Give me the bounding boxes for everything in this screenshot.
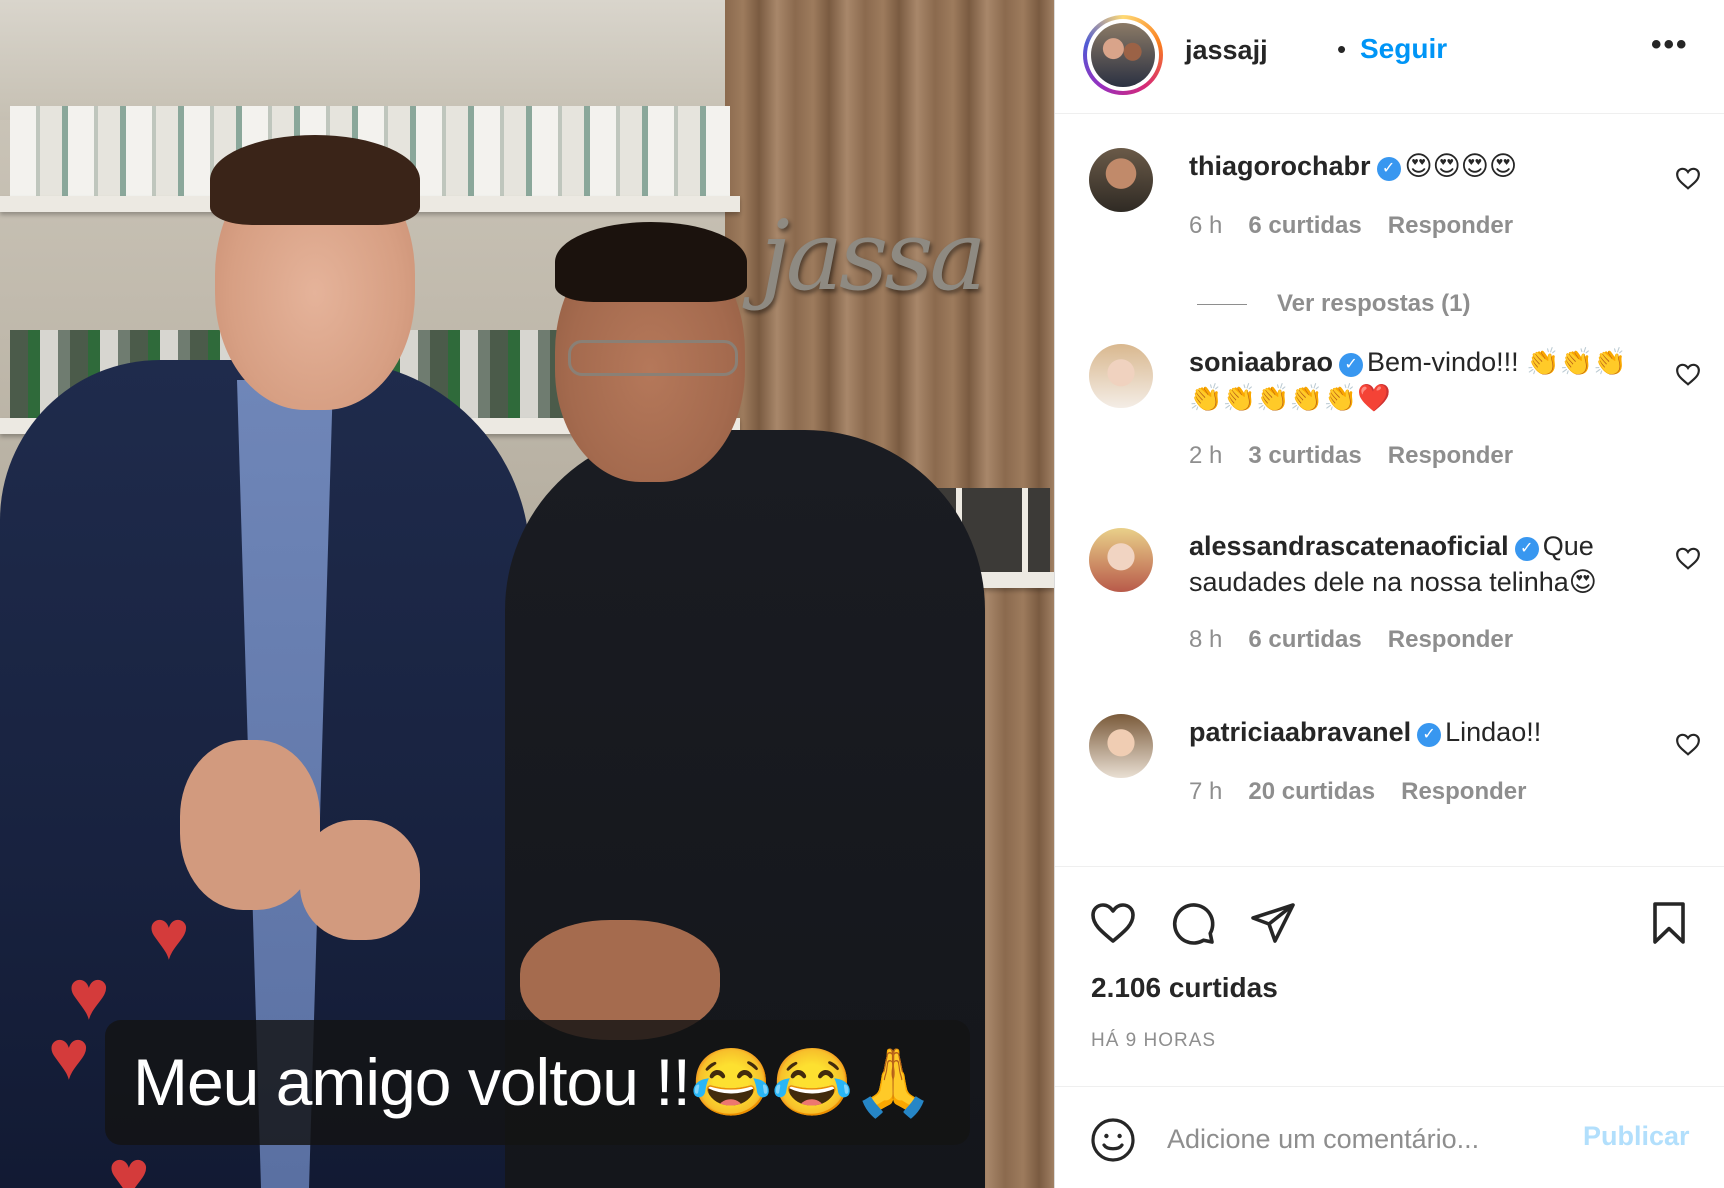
heart-icon[interactable] bbox=[1089, 899, 1137, 947]
likes-count[interactable]: 2.106 curtidas bbox=[1091, 972, 1278, 1004]
person-right-hair bbox=[555, 222, 747, 302]
comment-icon[interactable] bbox=[1169, 899, 1217, 947]
view-replies-label: Ver respostas (1) bbox=[1277, 290, 1471, 317]
comment-username[interactable]: patriciaabravanel bbox=[1189, 717, 1411, 747]
post-side-panel: jassajj • Seguir ••• thiagorochabr ✓ 😍😍😍😍 … bbox=[1054, 0, 1724, 1188]
comment-reply-button[interactable]: Responder bbox=[1401, 778, 1526, 805]
comment-text: 😍😍😍😍 bbox=[1404, 151, 1518, 181]
person-left-hand bbox=[180, 740, 320, 910]
comment-username[interactable]: alessandrascatenaoficial bbox=[1189, 531, 1509, 561]
replies-divider bbox=[1197, 303, 1247, 305]
more-options-icon[interactable]: ••• bbox=[1651, 28, 1689, 62]
comment-reply-button[interactable]: Responder bbox=[1388, 442, 1513, 469]
emoji-icon[interactable] bbox=[1089, 1116, 1137, 1164]
comment-body: soniaabrao ✓ Bem-vindo!!! 👏👏👏👏👏👏👏👏❤️ bbox=[1189, 344, 1649, 416]
comment-like-icon[interactable] bbox=[1675, 362, 1701, 386]
post-time[interactable]: HÁ 9 HORAS bbox=[1091, 1030, 1216, 1052]
comment-text: Lindao!! bbox=[1445, 717, 1542, 747]
comment-avatar[interactable] bbox=[1089, 714, 1153, 778]
post-actions: 2.106 curtidas HÁ 9 HORAS bbox=[1055, 866, 1724, 1086]
person-left-hair bbox=[210, 135, 420, 225]
send-icon[interactable] bbox=[1249, 899, 1297, 947]
person-right-glasses bbox=[568, 340, 738, 376]
comment-time: 7 h bbox=[1189, 778, 1223, 805]
comments-list[interactable]: thiagorochabr ✓ 😍😍😍😍 6 h6 curtidas Responde… bbox=[1055, 114, 1724, 866]
follow-button[interactable]: Seguir bbox=[1360, 33, 1447, 65]
comment-meta: 8 h 6 curtidas Responder bbox=[1189, 626, 1539, 654]
comment-avatar[interactable] bbox=[1089, 344, 1153, 408]
heart-sticker-icon: ♥ bbox=[108, 1136, 150, 1188]
photo-caption-text: Meu amigo voltou !!😂😂🙏 bbox=[133, 1044, 934, 1119]
comment-time: 6 h bbox=[1189, 212, 1223, 239]
comment-input[interactable] bbox=[1167, 1117, 1587, 1161]
comment-meta: 6 h 6 curtidas Responder bbox=[1189, 212, 1539, 240]
bookmark-icon[interactable] bbox=[1645, 899, 1693, 947]
comment-likes[interactable]: 6 curtidas bbox=[1248, 212, 1361, 239]
comment-meta: 7 h 20 curtidas Responder bbox=[1189, 778, 1552, 806]
comment-time: 8 h bbox=[1189, 626, 1223, 653]
comment-username[interactable]: thiagorochabr bbox=[1189, 151, 1371, 181]
comment-like-icon[interactable] bbox=[1675, 166, 1701, 190]
photo-wall-sign: jassa bbox=[760, 200, 987, 312]
photo-caption-overlay: Meu amigo voltou !!😂😂🙏 bbox=[105, 1020, 970, 1145]
comment-likes[interactable]: 3 curtidas bbox=[1248, 442, 1361, 469]
comment-likes[interactable]: 20 curtidas bbox=[1248, 778, 1375, 805]
comment-body: alessandrascatenaoficial ✓ Que saudades de… bbox=[1189, 528, 1649, 600]
comment-likes[interactable]: 6 curtidas bbox=[1248, 626, 1361, 653]
heart-sticker-icon: ♥ bbox=[48, 1016, 90, 1094]
publish-button[interactable]: Publicar bbox=[1583, 1121, 1690, 1152]
comment-reply-button[interactable]: Responder bbox=[1388, 212, 1513, 239]
verified-badge-icon: ✓ bbox=[1339, 353, 1364, 377]
post-header: jassajj • Seguir ••• bbox=[1055, 0, 1724, 114]
comment-body: patriciaabravanel ✓ Lindao!! bbox=[1189, 714, 1649, 750]
view-replies-button[interactable]: Ver respostas (1) bbox=[1197, 290, 1470, 318]
comment-avatar[interactable] bbox=[1089, 528, 1153, 592]
comment-like-icon[interactable] bbox=[1675, 546, 1701, 570]
author-avatar[interactable] bbox=[1083, 15, 1163, 95]
person-left-hand-2 bbox=[300, 820, 420, 940]
comment-username[interactable]: soniaabrao bbox=[1189, 347, 1333, 377]
comment-reply-button[interactable]: Responder bbox=[1388, 626, 1513, 653]
comment-avatar[interactable] bbox=[1089, 148, 1153, 212]
verified-badge-icon: ✓ bbox=[1417, 723, 1442, 747]
post-photo[interactable]: jassa ♥ ♥ ♥ ♥ Meu amigo voltou !!😂😂🙏 bbox=[0, 0, 1054, 1188]
comment-meta: 2 h 3 curtidas Responder bbox=[1189, 442, 1539, 470]
add-comment-bar: Publicar bbox=[1055, 1086, 1724, 1188]
author-username[interactable]: jassajj bbox=[1185, 35, 1268, 66]
header-separator: • bbox=[1337, 34, 1347, 64]
verified-badge-icon: ✓ bbox=[1376, 157, 1401, 181]
verified-badge-icon: ✓ bbox=[1514, 537, 1539, 561]
comment-body: thiagorochabr ✓ 😍😍😍😍 bbox=[1189, 148, 1649, 184]
comment-like-icon[interactable] bbox=[1675, 732, 1701, 756]
heart-sticker-icon: ♥ bbox=[148, 896, 190, 974]
photo-ceiling bbox=[0, 0, 740, 120]
comment-time: 2 h bbox=[1189, 442, 1223, 469]
